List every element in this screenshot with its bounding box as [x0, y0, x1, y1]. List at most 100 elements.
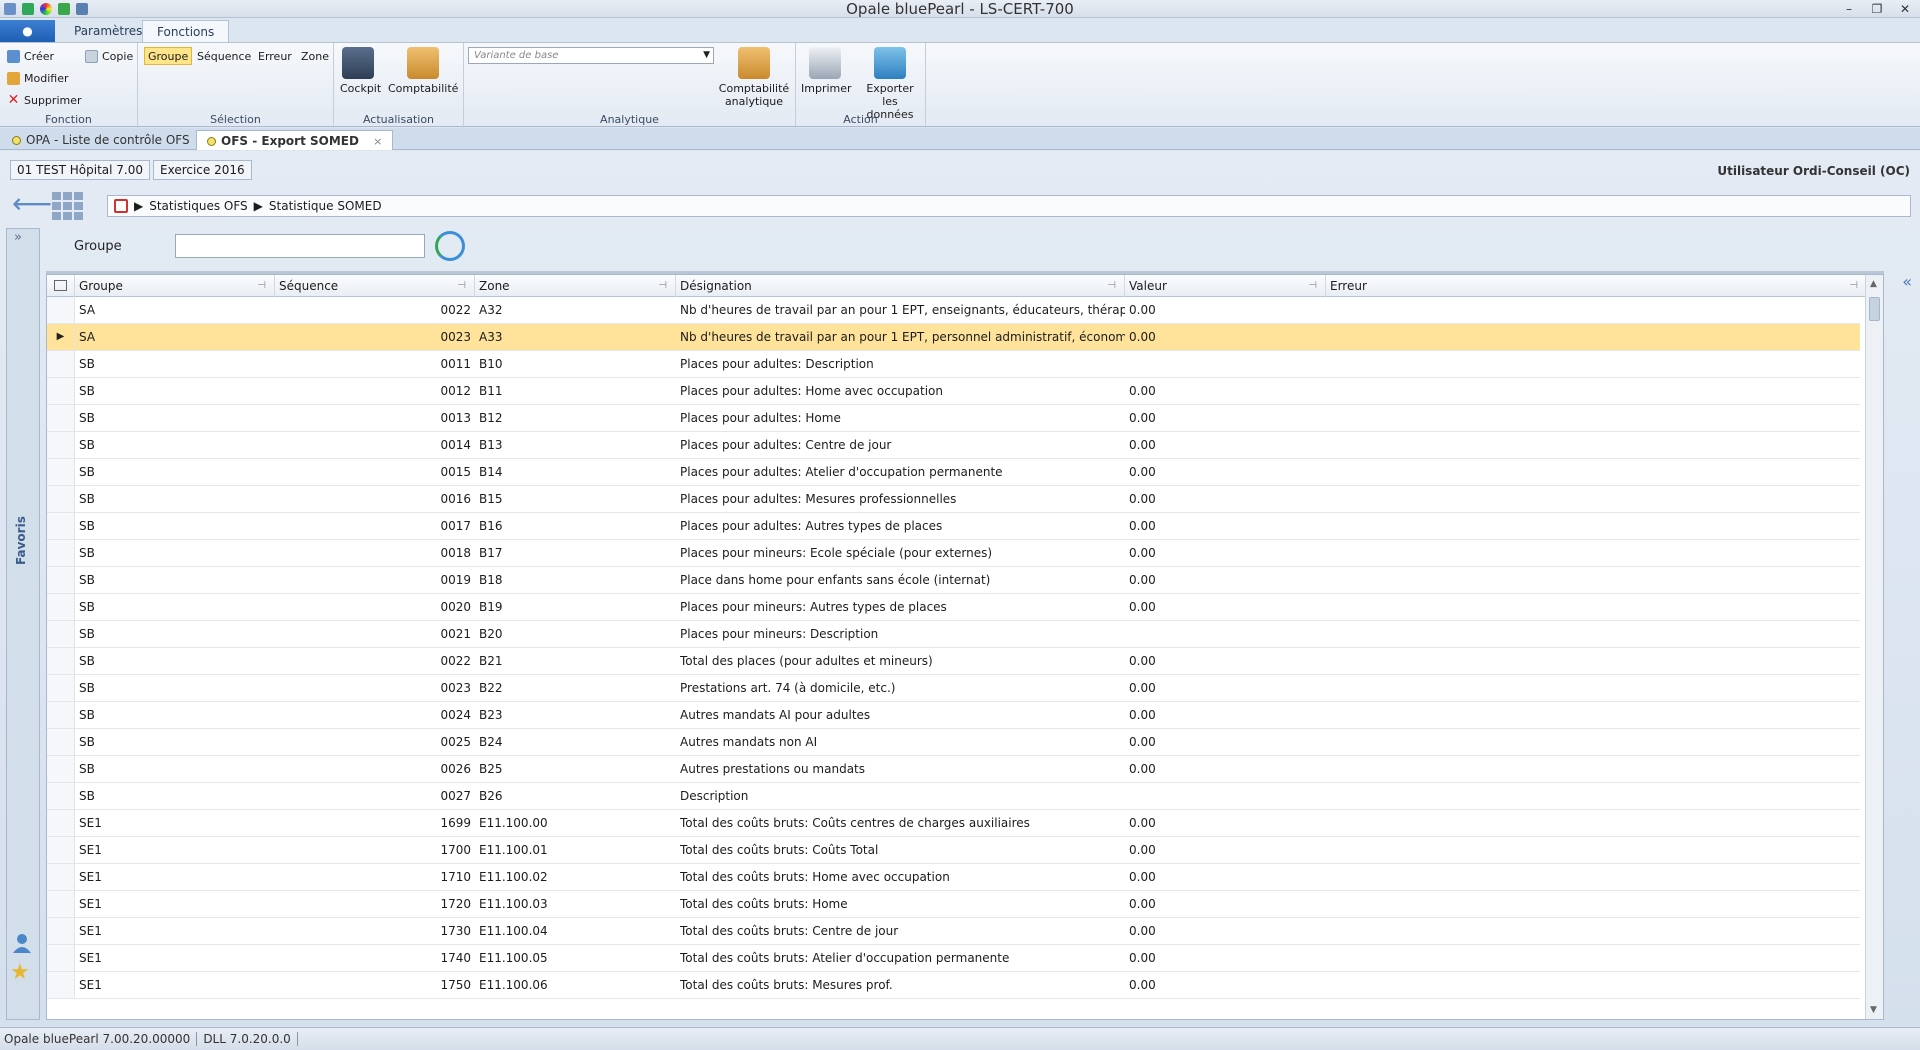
table-row[interactable]: SB 0027 B26 Description	[47, 783, 1860, 810]
cell-zone[interactable]: B25	[475, 756, 676, 782]
cell-designation[interactable]: Places pour adultes: Centre de jour	[676, 432, 1125, 458]
cell-zone[interactable]: B16	[475, 513, 676, 539]
breadcrumb-item[interactable]: Statistique SOMED	[269, 196, 382, 216]
breadcrumb-item[interactable]: Statistiques OFS	[149, 196, 247, 216]
cell-groupe[interactable]: SE1	[75, 837, 275, 863]
cell-designation[interactable]: Places pour adultes: Autres types de pla…	[676, 513, 1125, 539]
comptabilite-button[interactable]: Comptabilité	[388, 47, 458, 95]
compta-analytique-button[interactable]: Comptabilité analytique	[718, 47, 790, 108]
row-indicator[interactable]	[47, 486, 75, 512]
cell-designation[interactable]: Nb d'heures de travail par an pour 1 EPT…	[676, 297, 1125, 323]
cell-seq[interactable]: 1700	[275, 837, 475, 863]
select-groupe-button[interactable]: Groupe	[144, 47, 193, 65]
cell-seq[interactable]: 0017	[275, 513, 475, 539]
cell-seq[interactable]: 0012	[275, 378, 475, 404]
cell-erreur[interactable]	[1326, 702, 1860, 728]
row-indicator[interactable]	[47, 675, 75, 701]
cell-groupe[interactable]: SB	[75, 567, 275, 593]
cell-zone[interactable]: E11.100.05	[475, 945, 676, 971]
cell-zone[interactable]: A32	[475, 297, 676, 323]
close-button[interactable]: ✕	[1896, 2, 1914, 16]
table-row[interactable]: SB 0017 B16 Places pour adultes: Autres typ…	[47, 513, 1860, 540]
cell-valeur[interactable]: 0.00	[1125, 567, 1326, 593]
table-row[interactable]: SE1 1750 E11.100.06 Total des coûts bruts: …	[47, 972, 1860, 999]
cell-valeur[interactable]: 0.00	[1125, 729, 1326, 755]
cell-zone[interactable]: B21	[475, 648, 676, 674]
cell-groupe[interactable]: SB	[75, 405, 275, 431]
cell-groupe[interactable]: SB	[75, 459, 275, 485]
cell-groupe[interactable]: SB	[75, 513, 275, 539]
row-indicator[interactable]	[47, 459, 75, 485]
cell-groupe[interactable]: SB	[75, 486, 275, 512]
cell-zone[interactable]: B12	[475, 405, 676, 431]
cell-groupe[interactable]: SB	[75, 756, 275, 782]
table-row[interactable]: SE1 1730 E11.100.04 Total des coûts bruts: …	[47, 918, 1860, 945]
cell-groupe[interactable]: SB	[75, 378, 275, 404]
cell-valeur[interactable]: 0.00	[1125, 702, 1326, 728]
cell-zone[interactable]: B20	[475, 621, 676, 647]
cell-valeur[interactable]: 0.00	[1125, 297, 1326, 323]
cell-erreur[interactable]	[1326, 891, 1860, 917]
app-menu-button[interactable]: ●	[0, 20, 55, 42]
cell-seq[interactable]: 0025	[275, 729, 475, 755]
home-icon[interactable]	[114, 199, 128, 213]
cell-valeur[interactable]	[1125, 351, 1326, 377]
cell-erreur[interactable]	[1326, 324, 1860, 350]
cell-zone[interactable]: A33	[475, 324, 676, 350]
table-row[interactable]: ▶ SA 0023 A33 Nb d'heures de travail par an …	[47, 324, 1860, 351]
cell-designation[interactable]: Total des coûts bruts: Mesures prof.	[676, 972, 1125, 998]
cell-valeur[interactable]: 0.00	[1125, 378, 1326, 404]
doc-tab-liste-controle[interactable]: OPA - Liste de contrôle OFS	[2, 130, 200, 150]
table-row[interactable]: SB 0016 B15 Places pour adultes: Mesures pr…	[47, 486, 1860, 513]
cell-erreur[interactable]	[1326, 864, 1860, 890]
cell-erreur[interactable]	[1326, 540, 1860, 566]
cell-zone[interactable]: B13	[475, 432, 676, 458]
cell-seq[interactable]: 0024	[275, 702, 475, 728]
cell-valeur[interactable]: 0.00	[1125, 405, 1326, 431]
cell-erreur[interactable]	[1326, 810, 1860, 836]
cell-groupe[interactable]: SB	[75, 648, 275, 674]
cell-zone[interactable]: E11.100.03	[475, 891, 676, 917]
row-indicator[interactable]	[47, 891, 75, 917]
row-indicator[interactable]	[47, 810, 75, 836]
cell-designation[interactable]: Total des coûts bruts: Home avec occupat…	[676, 864, 1125, 890]
cell-zone[interactable]: E11.100.02	[475, 864, 676, 890]
cell-erreur[interactable]	[1326, 513, 1860, 539]
cell-valeur[interactable]: 0.00	[1125, 324, 1326, 350]
table-row[interactable]: SB 0022 B21 Total des places (pour adultes …	[47, 648, 1860, 675]
cell-zone[interactable]: B23	[475, 702, 676, 728]
cell-designation[interactable]: Places pour adultes: Description	[676, 351, 1125, 377]
close-tab-icon[interactable]: ×	[373, 135, 382, 148]
table-row[interactable]: SB 0020 B19 Places pour mineurs: Autres typ…	[47, 594, 1860, 621]
cell-zone[interactable]: B14	[475, 459, 676, 485]
cell-seq[interactable]: 0026	[275, 756, 475, 782]
row-indicator[interactable]	[47, 621, 75, 647]
cell-groupe[interactable]: SE1	[75, 864, 275, 890]
column-header-zone[interactable]: Zone ⊣	[475, 275, 676, 297]
row-indicator[interactable]	[47, 378, 75, 404]
select-zone-button[interactable]: Zone	[298, 47, 332, 65]
cell-designation[interactable]: Autres mandats non AI	[676, 729, 1125, 755]
cell-designation[interactable]: Places pour mineurs: Ecole spéciale (pou…	[676, 540, 1125, 566]
cell-zone[interactable]: B19	[475, 594, 676, 620]
cell-groupe[interactable]: SE1	[75, 945, 275, 971]
table-row[interactable]: SB 0015 B14 Places pour adultes: Atelier d'…	[47, 459, 1860, 486]
cell-groupe[interactable]: SE1	[75, 891, 275, 917]
table-row[interactable]: SB 0012 B11 Places pour adultes: Home avec …	[47, 378, 1860, 405]
row-indicator[interactable]	[47, 567, 75, 593]
row-indicator[interactable]	[47, 945, 75, 971]
cell-valeur[interactable]: 0.00	[1125, 864, 1326, 890]
cell-erreur[interactable]	[1326, 756, 1860, 782]
cell-erreur[interactable]	[1326, 972, 1860, 998]
cell-designation[interactable]: Autres prestations ou mandats	[676, 756, 1125, 782]
cell-groupe[interactable]: SB	[75, 702, 275, 728]
cell-valeur[interactable]	[1125, 621, 1326, 647]
cell-valeur[interactable]: 0.00	[1125, 648, 1326, 674]
imprimer-button[interactable]: Imprimer	[801, 47, 852, 95]
cell-erreur[interactable]	[1326, 945, 1860, 971]
table-row[interactable]: SE1 1699 E11.100.00 Total des coûts bruts: …	[47, 810, 1860, 837]
collapse-panel-icon[interactable]: «	[1902, 272, 1912, 291]
scroll-thumb[interactable]	[1869, 297, 1880, 321]
cell-erreur[interactable]	[1326, 594, 1860, 620]
cell-erreur[interactable]	[1326, 918, 1860, 944]
